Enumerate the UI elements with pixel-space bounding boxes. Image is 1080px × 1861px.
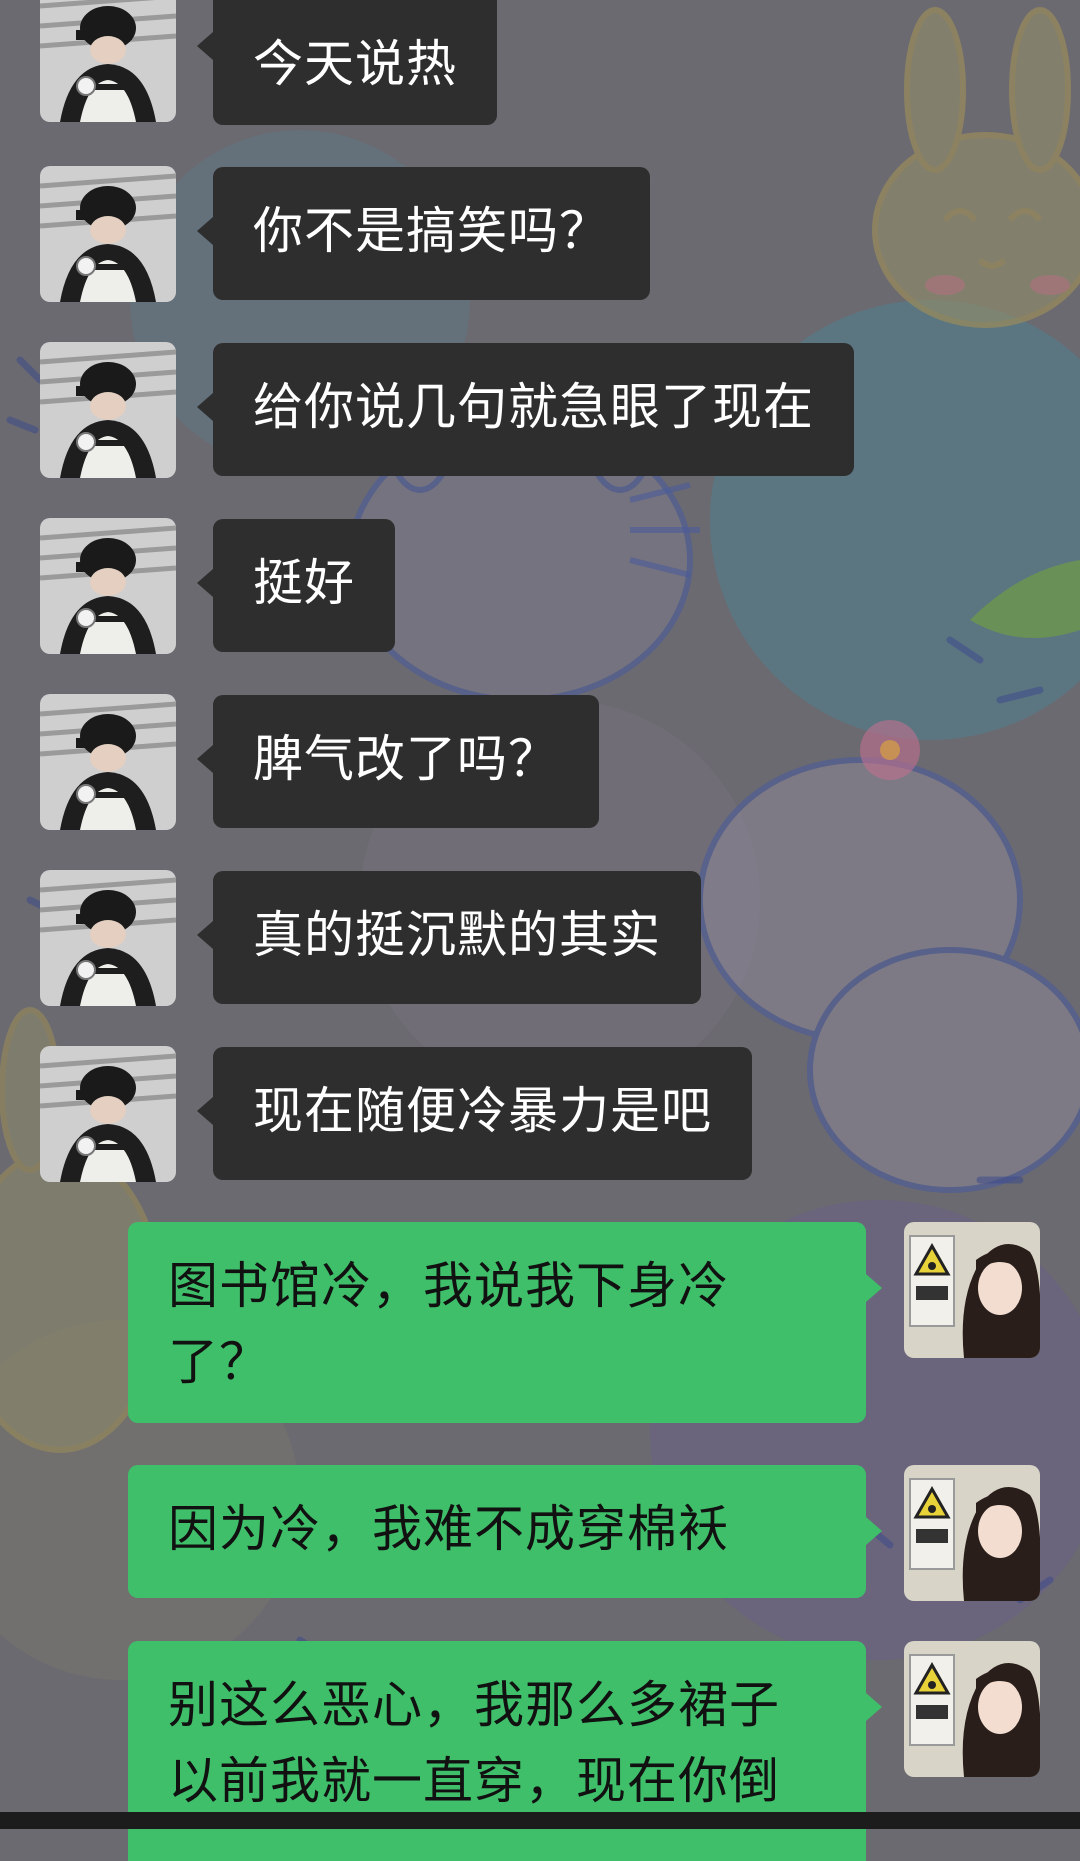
message-bubble-outgoing[interactable]: 图书馆冷，我说我下身冷了？	[128, 1222, 882, 1423]
person-black-cap-icon	[40, 694, 176, 830]
person-black-cap-icon	[40, 1046, 176, 1182]
contact-avatar[interactable]	[40, 694, 176, 830]
message-bubble-incoming[interactable]: 脾气改了吗？	[197, 695, 599, 828]
person-long-hair-icon	[904, 1641, 1040, 1777]
message-text: 你不是搞笑吗？	[253, 202, 610, 260]
contact-avatar[interactable]	[40, 1046, 176, 1182]
message-bubble-incoming[interactable]: 真的挺沉默的其实	[197, 871, 701, 1004]
contact-avatar[interactable]	[40, 342, 176, 478]
message-bubble-outgoing[interactable]: 因为冷，我难不成穿棉袄	[128, 1465, 882, 1598]
self-avatar[interactable]	[904, 1222, 1040, 1358]
message-bubble-incoming[interactable]: 你不是搞笑吗？	[197, 167, 650, 300]
contact-avatar[interactable]	[40, 0, 176, 122]
self-avatar[interactable]	[904, 1641, 1040, 1777]
message-bubble-incoming[interactable]: 给你说几句就急眼了现在	[197, 343, 854, 476]
contact-avatar[interactable]	[40, 166, 176, 302]
person-long-hair-icon	[904, 1465, 1040, 1601]
chat-message-list[interactable]: 今天说热 你不是搞笑吗？ 给你说几句就急眼了现在 挺好 脾气改了吗？ 真的挺沉默…	[0, 0, 1080, 1861]
message-text: 挺好	[253, 554, 355, 612]
message-text: 给你说几句就急眼了现在	[253, 378, 814, 436]
message-text: 现在随便冷暴力是吧	[253, 1082, 712, 1140]
message-bubble-incoming[interactable]: 今天说热	[197, 0, 497, 125]
message-bubble-incoming[interactable]: 挺好	[197, 519, 395, 652]
person-black-cap-icon	[40, 342, 176, 478]
message-text: 图书馆冷，我说我下身冷了？	[168, 1257, 729, 1391]
person-black-cap-icon	[40, 518, 176, 654]
message-text: 今天说热	[253, 35, 457, 93]
message-text: 脾气改了吗？	[253, 730, 559, 788]
person-black-cap-icon	[40, 166, 176, 302]
message-text: 真的挺沉默的其实	[253, 906, 661, 964]
contact-avatar[interactable]	[40, 518, 176, 654]
bottom-edge-bar	[0, 1812, 1080, 1829]
contact-avatar[interactable]	[40, 870, 176, 1006]
person-black-cap-icon	[40, 0, 176, 122]
person-black-cap-icon	[40, 870, 176, 1006]
self-avatar[interactable]	[904, 1465, 1040, 1601]
message-text: 别这么恶心，我那么多裙子以前我就一直穿，现在你倒	[168, 1676, 780, 1810]
message-text: 因为冷，我难不成穿棉袄	[168, 1500, 729, 1558]
person-long-hair-icon	[904, 1222, 1040, 1358]
message-bubble-incoming[interactable]: 现在随便冷暴力是吧	[197, 1047, 752, 1180]
